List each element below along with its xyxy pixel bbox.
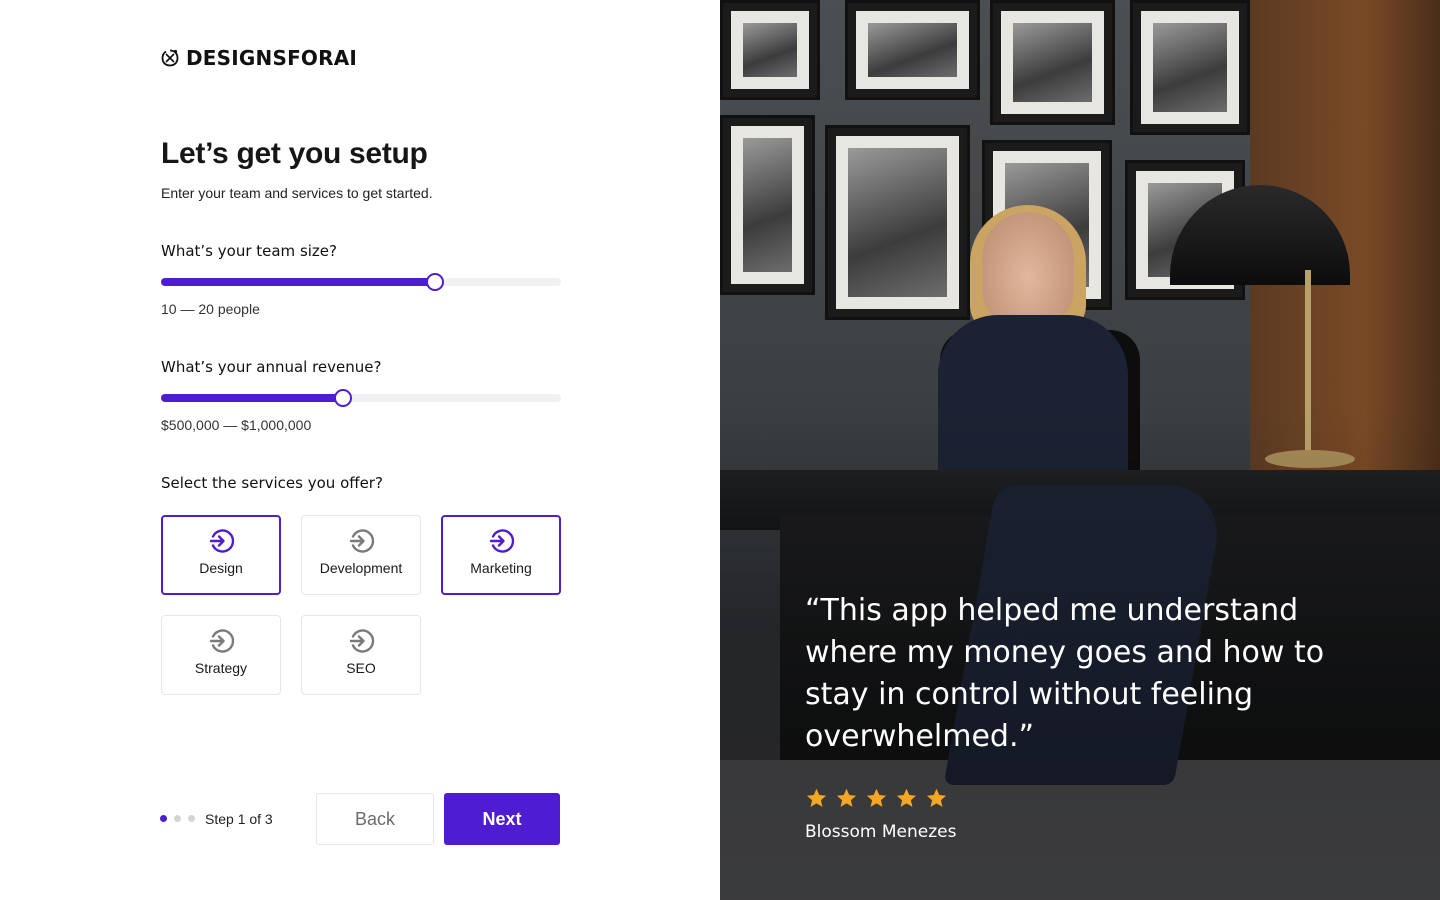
- rating-stars: [805, 787, 948, 810]
- page-subtitle: Enter your team and services to get star…: [161, 185, 433, 201]
- step-dot: [174, 815, 181, 822]
- service-option-marketing[interactable]: Marketing: [441, 515, 561, 595]
- star-icon: [836, 788, 857, 807]
- service-option-strategy[interactable]: Strategy: [161, 615, 281, 695]
- annual-revenue-label: What’s your annual revenue?: [161, 358, 382, 376]
- annual-revenue-slider-fill: [161, 394, 343, 402]
- step-indicator: [160, 815, 195, 822]
- arrow-in-circle-icon: [489, 529, 515, 553]
- photo-overlay: [720, 0, 1440, 900]
- service-label: Design: [199, 560, 243, 576]
- brand-name: DESIGNSFORAI: [186, 46, 358, 70]
- service-label: SEO: [346, 660, 376, 676]
- arrow-in-circle-icon: [349, 629, 375, 653]
- brand-logo-icon: [161, 49, 179, 67]
- team-size-slider-thumb[interactable]: [426, 273, 444, 291]
- services-label: Select the services you offer?: [161, 474, 383, 492]
- arrow-in-circle-icon: [209, 529, 235, 553]
- annual-revenue-slider[interactable]: [161, 389, 561, 407]
- service-option-design[interactable]: Design: [161, 515, 281, 595]
- step-dot: [160, 815, 167, 822]
- annual-revenue-value: $500,000 — $1,000,000: [161, 417, 312, 433]
- annual-revenue-slider-thumb[interactable]: [334, 389, 352, 407]
- team-size-slider-fill: [161, 278, 435, 286]
- step-text: Step 1 of 3: [205, 811, 273, 827]
- service-option-development[interactable]: Development: [301, 515, 421, 595]
- brand-logo: DESIGNSFORAI: [160, 46, 357, 70]
- star-icon: [926, 788, 947, 807]
- service-label: Strategy: [194, 660, 248, 676]
- testimonial-panel: “This app helped me understand where my …: [720, 0, 1440, 900]
- service-label: Marketing: [470, 560, 532, 576]
- arrow-in-circle-icon: [209, 629, 235, 653]
- service-label: Development: [319, 560, 403, 576]
- testimonial-quote: “This app helped me understand where my …: [805, 593, 1325, 754]
- team-size-value: 10 — 20 people: [161, 301, 260, 317]
- next-button[interactable]: Next: [444, 793, 560, 845]
- office-photo: [720, 0, 1440, 900]
- setup-panel: DESIGNSFORAI Let’s get you setup Enter y…: [0, 0, 720, 900]
- page-title: Let’s get you setup: [161, 137, 428, 170]
- team-size-slider[interactable]: [161, 273, 561, 291]
- star-icon: [806, 788, 827, 807]
- team-size-label: What’s your team size?: [161, 242, 337, 260]
- star-icon: [896, 788, 917, 807]
- testimonial-author: Blossom Menezes: [805, 822, 957, 842]
- arrow-in-circle-icon: [349, 529, 375, 553]
- step-dot: [188, 815, 195, 822]
- service-option-seo[interactable]: SEO: [301, 615, 421, 695]
- back-button[interactable]: Back: [316, 793, 434, 845]
- star-icon: [866, 788, 887, 807]
